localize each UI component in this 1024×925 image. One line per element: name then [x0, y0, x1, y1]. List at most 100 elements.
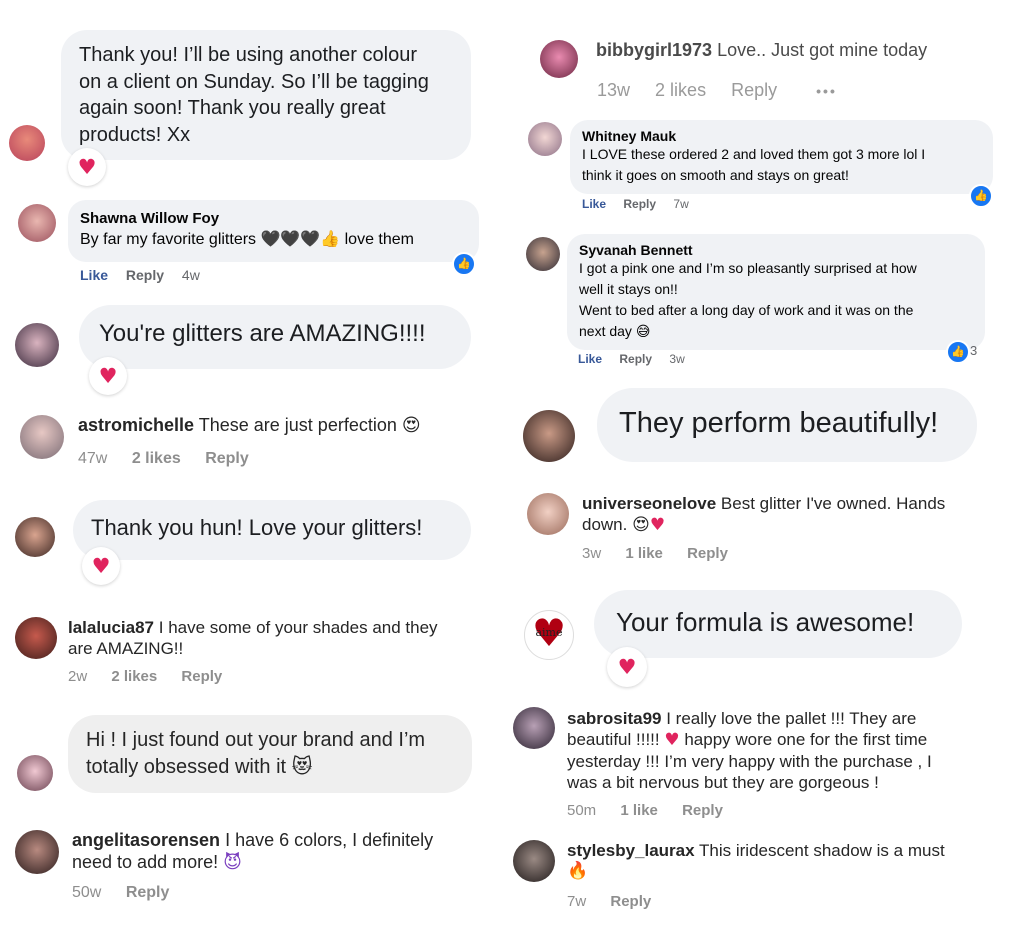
likes-count[interactable]: 1 like: [620, 802, 658, 819]
comment-text: lalalucia87 I have some of your shades a…: [68, 618, 438, 658]
fire-icon: 🔥: [567, 861, 589, 881]
comment-text: They perform beautifully!: [619, 407, 939, 439]
comment-actions: 50w Reply: [72, 884, 189, 902]
comment-actions: 2w 2 likes Reply: [68, 668, 242, 685]
username[interactable]: bibbygirl1973: [596, 40, 712, 60]
heart-icon[interactable]: ♥: [607, 647, 647, 687]
reaction-count[interactable]: 3: [970, 343, 977, 358]
reply-button[interactable]: Reply: [126, 884, 170, 901]
reply-bubble: You're glitters are AMAZING!!!!: [79, 305, 471, 369]
username[interactable]: angelitasorensen: [72, 830, 220, 850]
avatar[interactable]: [15, 517, 55, 557]
reply-bubble: Thank you hun! Love your glitters!: [73, 500, 471, 560]
comment-line: I LOVE these ordered 2 and loved them go…: [582, 146, 926, 162]
reply-button[interactable]: Reply: [610, 893, 651, 910]
commenter-name[interactable]: Syvanah Bennett: [579, 242, 973, 258]
likes-count[interactable]: 2 likes: [655, 80, 706, 100]
comment-text: Your formula is awesome!: [616, 607, 915, 637]
heart-icon[interactable]: ♥: [82, 547, 120, 585]
likes-count[interactable]: 2 likes: [132, 450, 181, 467]
comment-line: next day: [579, 323, 632, 339]
comment-line: Hi ! I just found out your brand and I’m: [86, 729, 426, 751]
reply-button[interactable]: Reply: [205, 450, 249, 467]
username[interactable]: stylesby_laurax: [567, 841, 695, 860]
commenter-name[interactable]: Whitney Mauk: [582, 128, 981, 144]
like-button[interactable]: Like: [582, 197, 606, 211]
comment-text: angelitasorensen I have 6 colors, I defi…: [72, 830, 434, 873]
timestamp: 7w: [567, 893, 587, 910]
comment-line: products! Xx: [79, 123, 191, 146]
comment-text: universeonelove Best glitter I've owned.…: [582, 494, 946, 535]
reply-button[interactable]: Reply: [126, 267, 164, 283]
avatar[interactable]: [9, 125, 45, 161]
reply-button[interactable]: Reply: [181, 668, 222, 685]
devil-icon: 😈: [223, 852, 242, 873]
avatar[interactable]: [528, 122, 562, 156]
more-options-icon[interactable]: •••: [816, 83, 837, 99]
avatar[interactable]: [17, 755, 53, 791]
timestamp: 3w: [669, 352, 685, 366]
avatar-text: aime: [535, 626, 563, 639]
comment-text: By far my favorite glitters 🖤🖤🖤👍 love th…: [80, 231, 414, 248]
like-icon: 👍: [946, 340, 970, 364]
avatar[interactable]: [540, 40, 578, 78]
avatar[interactable]: ♥ aime: [524, 610, 574, 660]
comment-line: think it goes on smooth and stays on gre…: [582, 167, 849, 183]
timestamp: 13w: [597, 80, 631, 100]
avatar[interactable]: [15, 617, 57, 659]
likes-count[interactable]: 1 like: [625, 545, 663, 562]
reply-button[interactable]: Reply: [623, 197, 656, 211]
heart-icon[interactable]: ♥: [68, 148, 106, 186]
timestamp: 7w: [673, 197, 689, 211]
avatar[interactable]: [15, 323, 59, 367]
like-icon: 👍: [452, 252, 476, 276]
avatar[interactable]: [20, 415, 64, 459]
username[interactable]: universeonelove: [582, 494, 716, 513]
comment-actions: 3w 1 like Reply: [582, 545, 748, 562]
avatar[interactable]: [513, 707, 555, 749]
reply-button[interactable]: Reply: [619, 352, 652, 366]
comment-line: Went to bed after a long day of work and…: [579, 302, 914, 318]
timestamp: 4w: [181, 267, 200, 283]
comment-text: bibbygirl1973 Love.. Just got mine today: [596, 40, 928, 60]
timestamp: 47w: [78, 450, 108, 467]
comment-actions: 47w 2 likes Reply: [78, 450, 269, 468]
likes-count[interactable]: 2 likes: [111, 668, 157, 685]
comment-actions: Like Reply 3w: [578, 352, 699, 366]
comment-text: Thank you hun! Love your glitters!: [91, 515, 423, 540]
heart-eyes-icon: 😍: [401, 415, 421, 436]
comment-actions: 13w 2 likes Reply •••: [597, 80, 857, 101]
avatar[interactable]: [513, 840, 555, 882]
comment-line: Thank you! I’ll be using another colour: [79, 44, 417, 66]
heart-eyes-icon: 😍: [632, 515, 650, 535]
username[interactable]: lalalucia87: [68, 618, 154, 637]
comment-text: You're glitters are AMAZING!!!!: [99, 320, 426, 347]
comment-bubble: Whitney Mauk I LOVE these ordered 2 and …: [570, 120, 993, 194]
reply-bubble: Your formula is awesome!: [594, 590, 962, 658]
avatar[interactable]: [523, 410, 575, 462]
timestamp: 50m: [567, 802, 597, 819]
heart-icon[interactable]: ♥: [89, 357, 127, 395]
comment-text: astromichelle These are just perfection …: [78, 415, 421, 436]
comment-line: on a client on Sunday. So I’ll be taggin…: [79, 70, 429, 93]
avatar[interactable]: [18, 204, 56, 242]
username[interactable]: astromichelle: [78, 415, 194, 435]
reply-button[interactable]: Reply: [682, 802, 723, 819]
timestamp: 3w: [582, 545, 602, 562]
like-button[interactable]: Like: [578, 352, 602, 366]
timestamp: 2w: [68, 668, 88, 685]
like-button[interactable]: Like: [80, 267, 108, 283]
comment-actions: 7w Reply: [567, 893, 671, 910]
comment-line: again soon! Thank you really great: [79, 97, 386, 119]
timestamp: 50w: [72, 884, 102, 901]
commenter-name[interactable]: Shawna Willow Foy: [80, 210, 467, 227]
reply-button[interactable]: Reply: [687, 545, 728, 562]
heart-icon: ♥: [649, 515, 666, 535]
reply-bubble: Hi ! I just found out your brand and I’m…: [68, 715, 472, 793]
avatar[interactable]: [15, 830, 59, 874]
avatar[interactable]: [527, 493, 569, 535]
avatar[interactable]: [526, 237, 560, 271]
cat-smile-icon: 😻: [291, 754, 313, 778]
username[interactable]: sabrosita99: [567, 709, 662, 728]
reply-button[interactable]: Reply: [731, 80, 777, 100]
